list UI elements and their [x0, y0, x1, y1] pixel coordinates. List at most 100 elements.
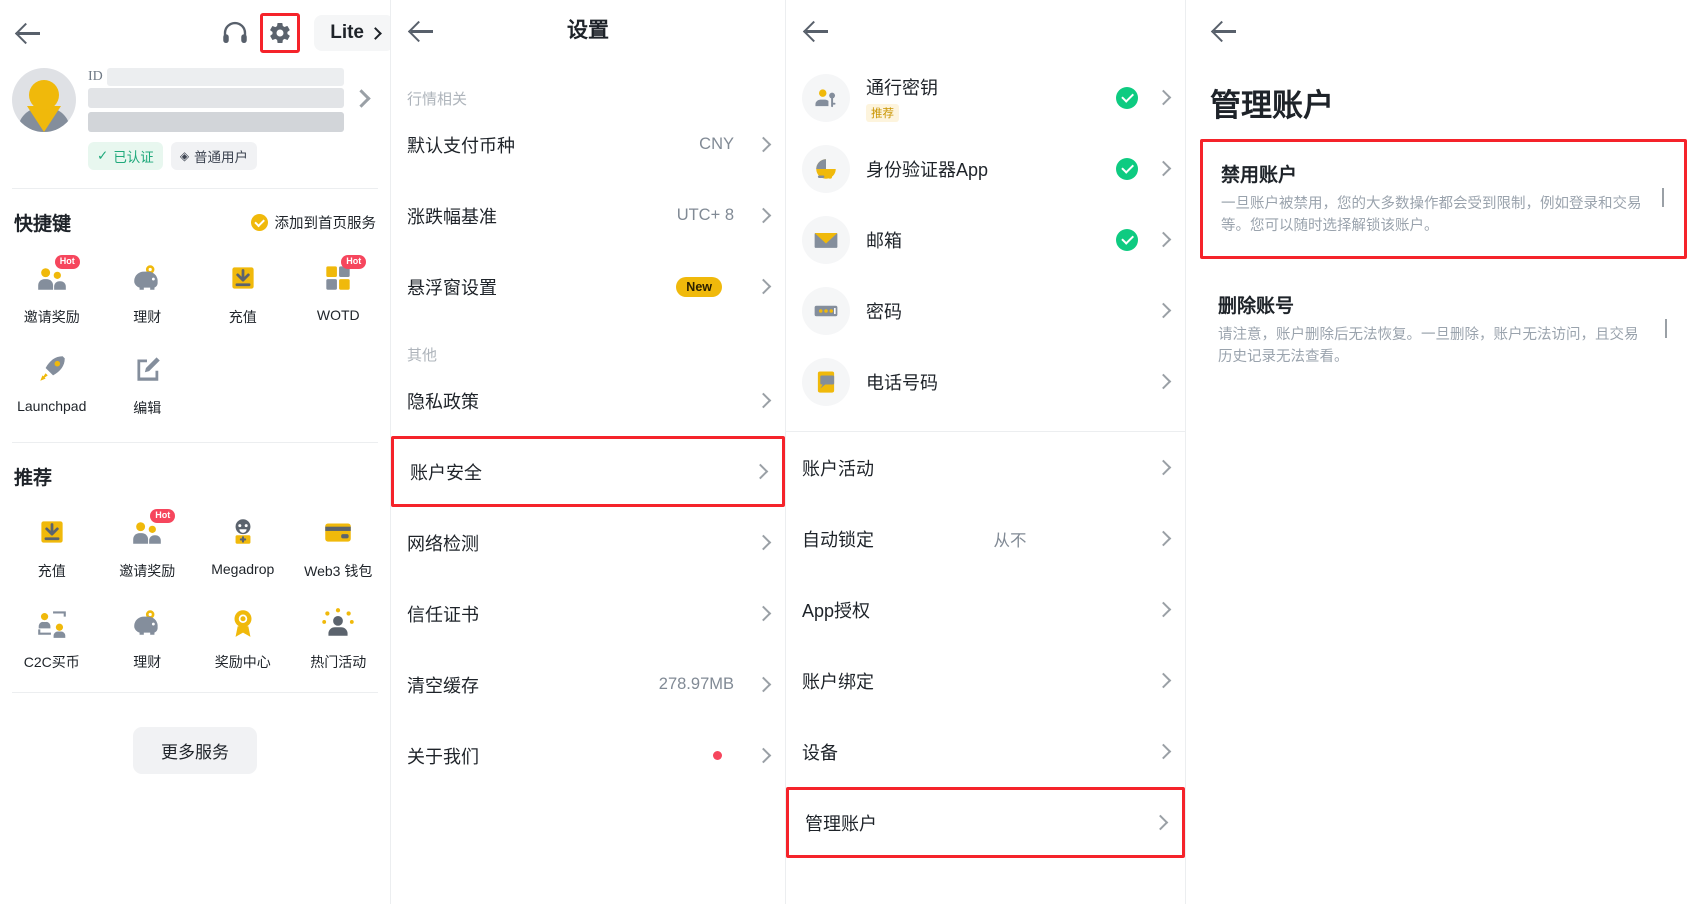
- security-row-text: 通行密钥 推荐: [850, 74, 938, 122]
- user-id-row: ID: [88, 66, 344, 88]
- shortcut-tile-编辑[interactable]: 编辑: [100, 341, 196, 428]
- security-row-text: 邮箱: [850, 227, 902, 253]
- manage-account-item-删除账号[interactable]: 删除账号 请注意，账户删除后无法恢复。一旦删除，账户无法访问，且交易历史记录无法…: [1200, 273, 1687, 387]
- shortcut-label: 邀请奖励: [23, 309, 80, 325]
- shortcut-tile-Web3 钱包[interactable]: Web3 钱包: [291, 504, 387, 591]
- account-option-tail: [1155, 459, 1172, 476]
- shortcut-tile-理财[interactable]: 理财: [100, 250, 196, 337]
- account-option-管理账户[interactable]: 管理账户: [786, 787, 1185, 858]
- security-row-text: 密码: [850, 298, 902, 324]
- panel1-header: Lite: [0, 0, 394, 56]
- chevron-right-icon: [752, 463, 769, 480]
- group-label-market: 行情相关: [407, 91, 468, 108]
- shortcut-tile-C2C买币[interactable]: C2C买币: [4, 595, 100, 682]
- back-arrow-icon[interactable]: [14, 18, 44, 48]
- shortcut-label: 理财: [133, 309, 162, 325]
- panel-account-home: Lite ID ✓ 已认证 ◈ 普通用户 快捷键 添加到首页服务 Hot 邀请奖…: [0, 0, 394, 904]
- shortcut-tile-邀请奖励[interactable]: Hot 邀请奖励: [100, 504, 196, 591]
- account-option-账户活动[interactable]: 账户活动: [786, 432, 1185, 503]
- add-to-home-button[interactable]: 添加到首页服务: [250, 212, 376, 233]
- back-arrow-icon[interactable]: [802, 16, 832, 46]
- profile-chevron[interactable]: [344, 64, 378, 108]
- hot-badge: Hot: [54, 255, 80, 269]
- panel4-header: [1186, 0, 1701, 54]
- settings-row-tail: [755, 534, 772, 551]
- verified-label: 已认证: [113, 150, 154, 165]
- settings-row-网络检测[interactable]: 网络检测: [391, 507, 785, 578]
- security-row-label: 电话号码: [866, 372, 938, 393]
- security-row-密码[interactable]: 密码: [786, 275, 1185, 346]
- security-row-tail: [1116, 86, 1172, 109]
- verified-check-icon: [1116, 228, 1138, 251]
- chevron-right-icon: [351, 89, 371, 108]
- settings-row-label: 悬浮窗设置: [407, 277, 497, 298]
- panel3-header: [786, 0, 1185, 54]
- shortcut-tile-邀请奖励[interactable]: Hot 邀请奖励: [4, 250, 100, 337]
- shortcut-label: WOTD: [316, 307, 360, 323]
- settings-row-label: 网络检测: [407, 533, 479, 554]
- megadrop-icon: [221, 512, 265, 552]
- blocks-icon: Hot: [316, 255, 367, 298]
- settings-row-信任证书[interactable]: 信任证书: [391, 578, 785, 649]
- profile-block[interactable]: ID ✓ 已认证 ◈ 普通用户: [0, 56, 390, 170]
- shortcut-label: C2C买币: [23, 654, 80, 670]
- account-option-label: 管理账户: [805, 813, 877, 834]
- settings-row-隐私政策[interactable]: 隐私政策: [391, 365, 785, 436]
- lite-mode-button[interactable]: Lite: [314, 15, 394, 51]
- avatar[interactable]: [12, 68, 76, 132]
- account-option-tail: [1155, 530, 1172, 547]
- shortcut-tile-充值[interactable]: 充值: [4, 504, 100, 591]
- masked-name-line-2: [88, 112, 344, 132]
- security-row-text: 电话号码: [850, 369, 938, 395]
- settings-market-list: 默认支付币种 CNY 涨跌幅基准 UTC+ 8 悬浮窗设置 New: [391, 109, 785, 322]
- divider: [12, 692, 378, 693]
- passkey-icon: [802, 73, 850, 122]
- settings-row-涨跌幅基准[interactable]: 涨跌幅基准 UTC+ 8: [391, 180, 785, 251]
- settings-gear-highlight[interactable]: [260, 13, 301, 53]
- hot-badge: Hot: [341, 255, 367, 269]
- shortcut-tile-奖励中心[interactable]: 奖励中心: [195, 595, 291, 682]
- settings-row-tail: CNY: [699, 135, 772, 154]
- manage-account-item-禁用账户[interactable]: 禁用账户 一旦账户被禁用，您的大多数操作都会受到限制，例如登录和交易等。您可以随…: [1200, 139, 1687, 259]
- chevron-right-icon: [1155, 231, 1172, 248]
- check-icon: ✓: [97, 148, 109, 163]
- account-option-App授权[interactable]: App授权: [786, 574, 1185, 645]
- chevron-right-icon: [1155, 672, 1172, 689]
- shortcut-tile-热门活动[interactable]: 热门活动: [291, 595, 387, 682]
- security-row-通行密钥[interactable]: 通行密钥 推荐: [786, 62, 1185, 133]
- account-option-label: 自动锁定: [802, 529, 874, 550]
- security-row-邮箱[interactable]: 邮箱: [786, 204, 1185, 275]
- settings-row-label: 关于我们: [407, 746, 479, 767]
- shortcut-label: Megadrop: [211, 561, 275, 577]
- shortcut-tile-Launchpad[interactable]: Launchpad: [4, 341, 100, 428]
- account-options-list: 账户活动 自动锁定 从不 App授权 账户绑定 设备 管理账户: [786, 432, 1185, 858]
- headset-icon[interactable]: [220, 18, 250, 48]
- account-option-自动锁定[interactable]: 自动锁定 从不: [786, 503, 1185, 574]
- settings-row-账户安全[interactable]: 账户安全: [391, 436, 785, 507]
- security-row-label: 通行密钥: [866, 77, 938, 98]
- back-arrow-icon[interactable]: [1210, 16, 1240, 46]
- new-badge: New: [676, 276, 722, 297]
- shortcut-tile-理财[interactable]: 理财: [100, 595, 196, 682]
- settings-row-关于我们[interactable]: 关于我们: [391, 720, 785, 791]
- shortcut-tile-充值[interactable]: 充值: [195, 250, 291, 337]
- security-row-身份验证器App[interactable]: 身份验证器App: [786, 133, 1185, 204]
- verified-check-icon: [1116, 86, 1138, 109]
- settings-row-悬浮窗设置[interactable]: 悬浮窗设置 New: [391, 251, 785, 322]
- settings-row-清空缓存[interactable]: 清空缓存 278.97MB: [391, 649, 785, 720]
- shortcut-tile-Megadrop[interactable]: Megadrop: [195, 504, 291, 591]
- recommended-badge: 推荐: [866, 103, 899, 122]
- settings-row-value: 278.97MB: [658, 675, 734, 693]
- settings-row-tail: [755, 605, 772, 622]
- settings-row-tail: [755, 392, 772, 409]
- chevron-right-icon: [1155, 530, 1172, 547]
- status-badge-verified: ✓ 已认证: [88, 142, 163, 170]
- security-row-电话号码[interactable]: 电话号码: [786, 346, 1185, 417]
- more-services-button[interactable]: 更多服务: [133, 727, 257, 774]
- shortcut-tile-WOTD[interactable]: Hot WOTD: [291, 250, 387, 337]
- shortcut-label: 热门活动: [310, 654, 367, 670]
- account-option-账户绑定[interactable]: 账户绑定: [786, 645, 1185, 716]
- account-option-设备[interactable]: 设备: [786, 716, 1185, 787]
- settings-row-默认支付币种[interactable]: 默认支付币种 CNY: [391, 109, 785, 180]
- settings-row-value: CNY: [699, 135, 734, 153]
